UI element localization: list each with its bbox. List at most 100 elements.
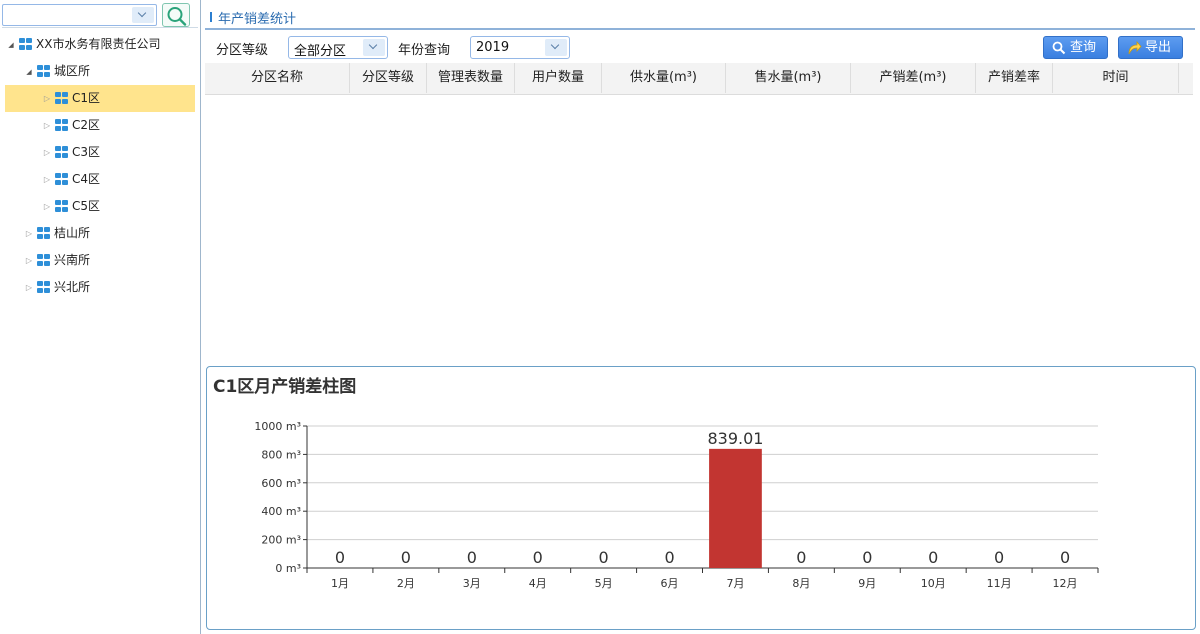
- table-header: 分区名称 分区等级 管理表数量 用户数量 供水量(m³) 售水量(m³) 产销差…: [205, 63, 1193, 93]
- x-tick-label: 4月: [529, 577, 547, 590]
- tree-expanded-icon[interactable]: [24, 58, 34, 85]
- chevron-down-icon[interactable]: [545, 39, 567, 56]
- bar-value-label: 0: [401, 548, 411, 567]
- bar-value-label: 0: [1060, 548, 1070, 567]
- page-title: 年产销差统计: [218, 12, 297, 27]
- panel-header: 年产销差统计: [205, 4, 1195, 30]
- column-header-sales[interactable]: 售水量(m³): [726, 63, 851, 93]
- export-button-label: 导出: [1145, 40, 1172, 55]
- region-tree: XX市水务有限责任公司城区所 C1区 C2区 C3区 C4区 C5区桔山所兴南所兴北所: [0, 31, 200, 301]
- header-accent-bar: [210, 12, 212, 22]
- x-tick-label: 8月: [792, 577, 810, 590]
- x-tick-label: 10月: [921, 577, 946, 590]
- tree-node-label: 桔山所: [54, 226, 91, 240]
- bar-value-label: 0: [533, 548, 543, 567]
- tree-collapsed-icon[interactable]: [24, 274, 34, 301]
- bar-value-label: 0: [862, 548, 872, 567]
- column-header-loss-rate[interactable]: 产销差率: [976, 63, 1053, 93]
- tree-node[interactable]: 城区所: [0, 58, 200, 85]
- column-header-supply[interactable]: 供水量(m³): [602, 63, 726, 93]
- y-tick-label: 1000 m³: [254, 420, 301, 433]
- query-button-label: 查询: [1070, 40, 1097, 55]
- tree-node[interactable]: C5区: [0, 193, 200, 220]
- tree-expanded-icon[interactable]: [6, 31, 16, 58]
- bar-value-label: 0: [664, 548, 674, 567]
- tree-collapsed-icon[interactable]: [42, 166, 52, 193]
- x-tick-label: 2月: [397, 577, 415, 590]
- x-tick-label: 9月: [858, 577, 876, 590]
- grid-node-icon: [55, 92, 69, 105]
- chevron-down-icon[interactable]: [132, 7, 154, 23]
- column-header-level[interactable]: 分区等级: [350, 63, 427, 93]
- chevron-down-icon[interactable]: [363, 39, 385, 56]
- tree-collapsed-icon[interactable]: [42, 139, 52, 166]
- grid-node-icon: [55, 146, 69, 159]
- tree-node-label: C4区: [72, 172, 101, 186]
- x-tick-label: 6月: [661, 577, 679, 590]
- grid-node-icon: [55, 173, 69, 186]
- tree-node-label: C2区: [72, 118, 101, 132]
- x-tick-label: 12月: [1053, 577, 1078, 590]
- tree-node-label: C1区: [72, 91, 101, 105]
- tree-collapsed-icon[interactable]: [24, 220, 34, 247]
- tree-node[interactable]: 兴南所: [0, 247, 200, 274]
- bar-value-label: 0: [467, 548, 477, 567]
- export-button[interactable]: 导出: [1118, 36, 1183, 59]
- level-select[interactable]: 全部分区: [288, 36, 388, 59]
- column-header-loss[interactable]: 产销差(m³): [851, 63, 976, 93]
- tree-node[interactable]: C1区: [5, 85, 195, 112]
- tree-node[interactable]: 兴北所: [0, 274, 200, 301]
- tree-node-label: 兴南所: [54, 253, 91, 267]
- tree-collapsed-icon[interactable]: [42, 112, 52, 139]
- tree-node-label: 兴北所: [54, 280, 91, 294]
- tree-collapsed-icon[interactable]: [24, 247, 34, 274]
- left-tree-panel: XX市水务有限责任公司城区所 C1区 C2区 C3区 C4区 C5区桔山所兴南所兴北所: [0, 0, 201, 634]
- export-arrow-icon: [1128, 41, 1142, 55]
- tree-node[interactable]: XX市水务有限责任公司: [0, 31, 200, 58]
- tree-search-combo[interactable]: [2, 4, 157, 26]
- grid-node-icon: [19, 38, 33, 51]
- grid-node-icon: [37, 227, 51, 240]
- grid-node-icon: [37, 65, 51, 78]
- grid-node-icon: [37, 281, 51, 294]
- year-label: 年份查询: [398, 43, 451, 58]
- column-header-users[interactable]: 用户数量: [515, 63, 602, 93]
- bar-value-label: 0: [335, 548, 345, 567]
- query-button[interactable]: 查询: [1043, 36, 1108, 59]
- x-tick-label: 3月: [463, 577, 481, 590]
- tree-node[interactable]: C2区: [0, 112, 200, 139]
- year-select-value: 2019: [476, 40, 510, 55]
- search-icon: [167, 7, 187, 26]
- search-icon: [1052, 41, 1066, 55]
- tree-node[interactable]: 桔山所: [0, 220, 200, 247]
- tree-node-label: XX市水务有限责任公司: [36, 37, 161, 51]
- tree-node[interactable]: C4区: [0, 166, 200, 193]
- bar-value-label: 0: [994, 548, 1004, 567]
- bar-value-label: 0: [928, 548, 938, 567]
- y-tick-label: 400 m³: [261, 505, 301, 518]
- grid-node-icon: [37, 254, 51, 267]
- y-tick-label: 800 m³: [261, 448, 301, 461]
- column-header-time[interactable]: 时间: [1053, 63, 1179, 93]
- year-select[interactable]: 2019: [470, 36, 570, 59]
- main-panel: 年产销差统计 分区等级 全部分区 年份查询 2019 查询 导出 分区名称 分区…: [205, 0, 1200, 634]
- y-tick-label: 200 m³: [261, 534, 301, 547]
- bar-value-label: 0: [599, 548, 609, 567]
- stats-table: 分区名称 分区等级 管理表数量 用户数量 供水量(m³) 售水量(m³) 产销差…: [205, 63, 1193, 95]
- tree-search-bar: [2, 3, 198, 28]
- tree-node-label: C5区: [72, 199, 101, 213]
- column-header-meters[interactable]: 管理表数量: [427, 63, 515, 93]
- bar-value-label: 0: [796, 548, 806, 567]
- grid-node-icon: [55, 200, 69, 213]
- tree-search-button[interactable]: [162, 3, 190, 27]
- filter-toolbar: 分区等级 全部分区 年份查询 2019 查询 导出: [205, 35, 1195, 61]
- x-tick-label: 5月: [595, 577, 613, 590]
- tree-collapsed-icon[interactable]: [42, 193, 52, 220]
- bar: [709, 448, 762, 568]
- chart-panel: C1区月产销差柱图 0 m³ 200 m³ 400 m³ 600 m³ 800 m³ 10…: [206, 366, 1196, 630]
- column-header-name[interactable]: 分区名称: [205, 63, 350, 93]
- tree-node[interactable]: C3区: [0, 139, 200, 166]
- tree-collapsed-icon[interactable]: [42, 85, 52, 112]
- x-tick-label: 7月: [726, 577, 744, 590]
- monthly-loss-bar-chart: 0 m³ 200 m³ 400 m³ 600 m³ 800 m³ 1000 m³ 0 1月 0 2…: [254, 420, 1099, 590]
